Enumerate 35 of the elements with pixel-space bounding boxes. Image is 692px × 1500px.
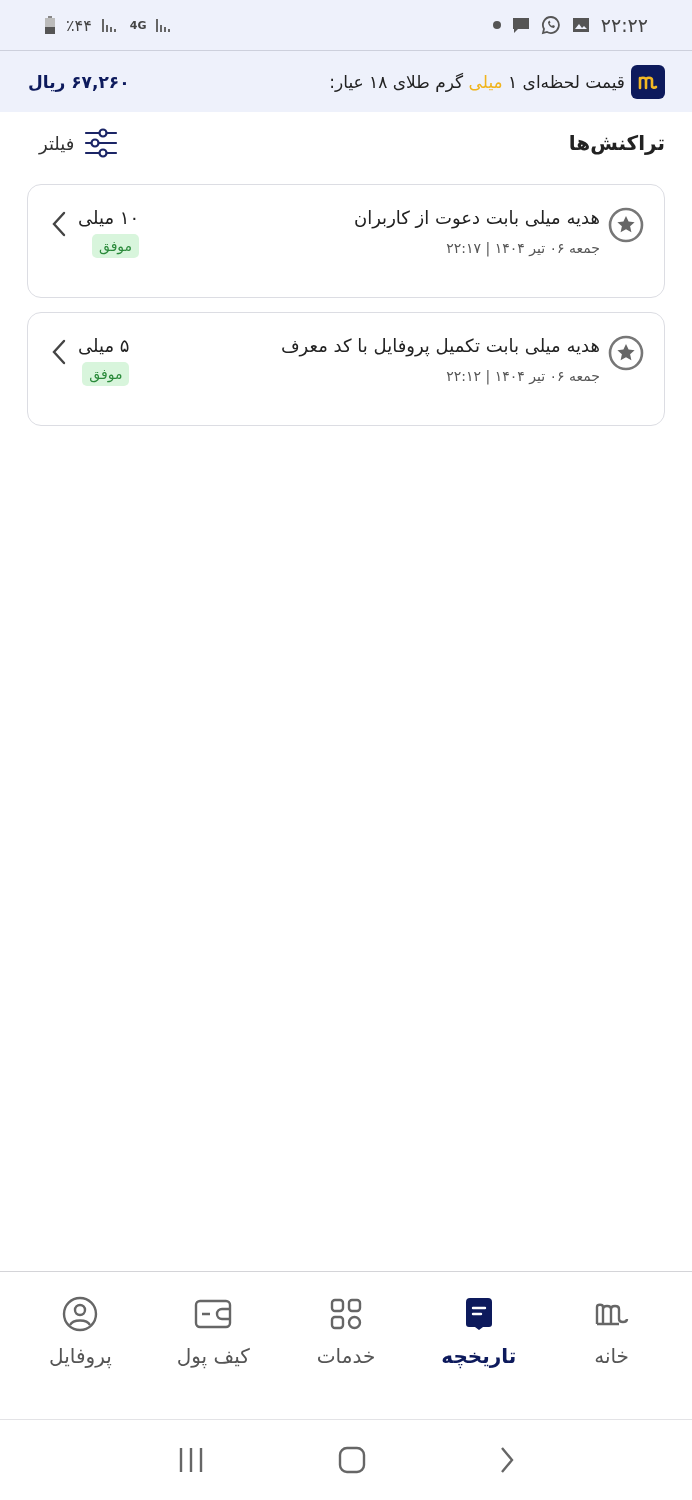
- image-icon: [570, 15, 591, 35]
- phone-chat-icon: [540, 15, 561, 35]
- logo-icon: [631, 64, 665, 99]
- nav-tab[interactable]: کیف پول: [148, 1296, 279, 1368]
- grid-icon: [330, 1296, 362, 1332]
- status-badge: موفق: [92, 234, 140, 258]
- transaction-date: جمعه ۰۶ تیر ۱۴۰۴ | ۲۲:۱۲: [445, 368, 600, 384]
- nav-tab[interactable]: خدمات: [281, 1296, 411, 1368]
- transaction-card[interactable]: هدیه میلی بابت دعوت از کاربران جمعه ۰۶ تیر ۱۴۰۴ | ۲۲:۱۷ ۱۰ میلی موفق: [27, 184, 665, 298]
- home-icon[interactable]: [338, 1446, 366, 1474]
- transaction-title: هدیه میلی بابت تکمیل پروفایل با کد معرف: [279, 335, 600, 356]
- transaction-amount: ۵ میلی: [78, 335, 130, 356]
- nav-tab[interactable]: تاریخچه: [413, 1296, 544, 1368]
- filter-button[interactable]: فیلتر: [27, 126, 119, 160]
- network-label: 4G: [129, 18, 147, 32]
- profile-icon: [62, 1296, 99, 1332]
- transaction-title: هدیه میلی بابت دعوت از کاربران: [352, 207, 600, 228]
- filter-icon: [84, 126, 119, 160]
- transaction-amount: ۱۰ میلی: [78, 207, 140, 228]
- nav-tab[interactable]: پروفایل: [15, 1296, 146, 1368]
- transaction-date: جمعه ۰۶ تیر ۱۴۰۴ | ۲۲:۱۷: [445, 240, 600, 256]
- battery-percent: ٪۴۴: [66, 15, 92, 35]
- transaction-card[interactable]: هدیه میلی بابت تکمیل پروفایل با کد معرف جمعه ۰۶ تیر ۱۴۰۴ | ۲۲:۱۲ ۵ میلی موفق: [27, 312, 665, 426]
- clock: ۲۲:۲۲: [600, 14, 648, 36]
- battery-icon: [44, 15, 56, 35]
- price-value: ۶۷,۲۶۰ ریال: [28, 71, 130, 92]
- status-badge: موفق: [82, 362, 130, 386]
- chevron-icon: [52, 339, 66, 365]
- price-label: قیمت لحظه‌ای ۱ میلی گرم طلای ۱۸ عیار:: [329, 71, 625, 92]
- chevron-icon: [52, 211, 66, 237]
- page-title: تراکنش‌ها: [568, 131, 665, 155]
- dot-icon: [492, 21, 501, 29]
- message-icon: [510, 15, 531, 35]
- nav-tab[interactable]: خانه: [546, 1296, 677, 1368]
- back-icon[interactable]: [499, 1446, 516, 1474]
